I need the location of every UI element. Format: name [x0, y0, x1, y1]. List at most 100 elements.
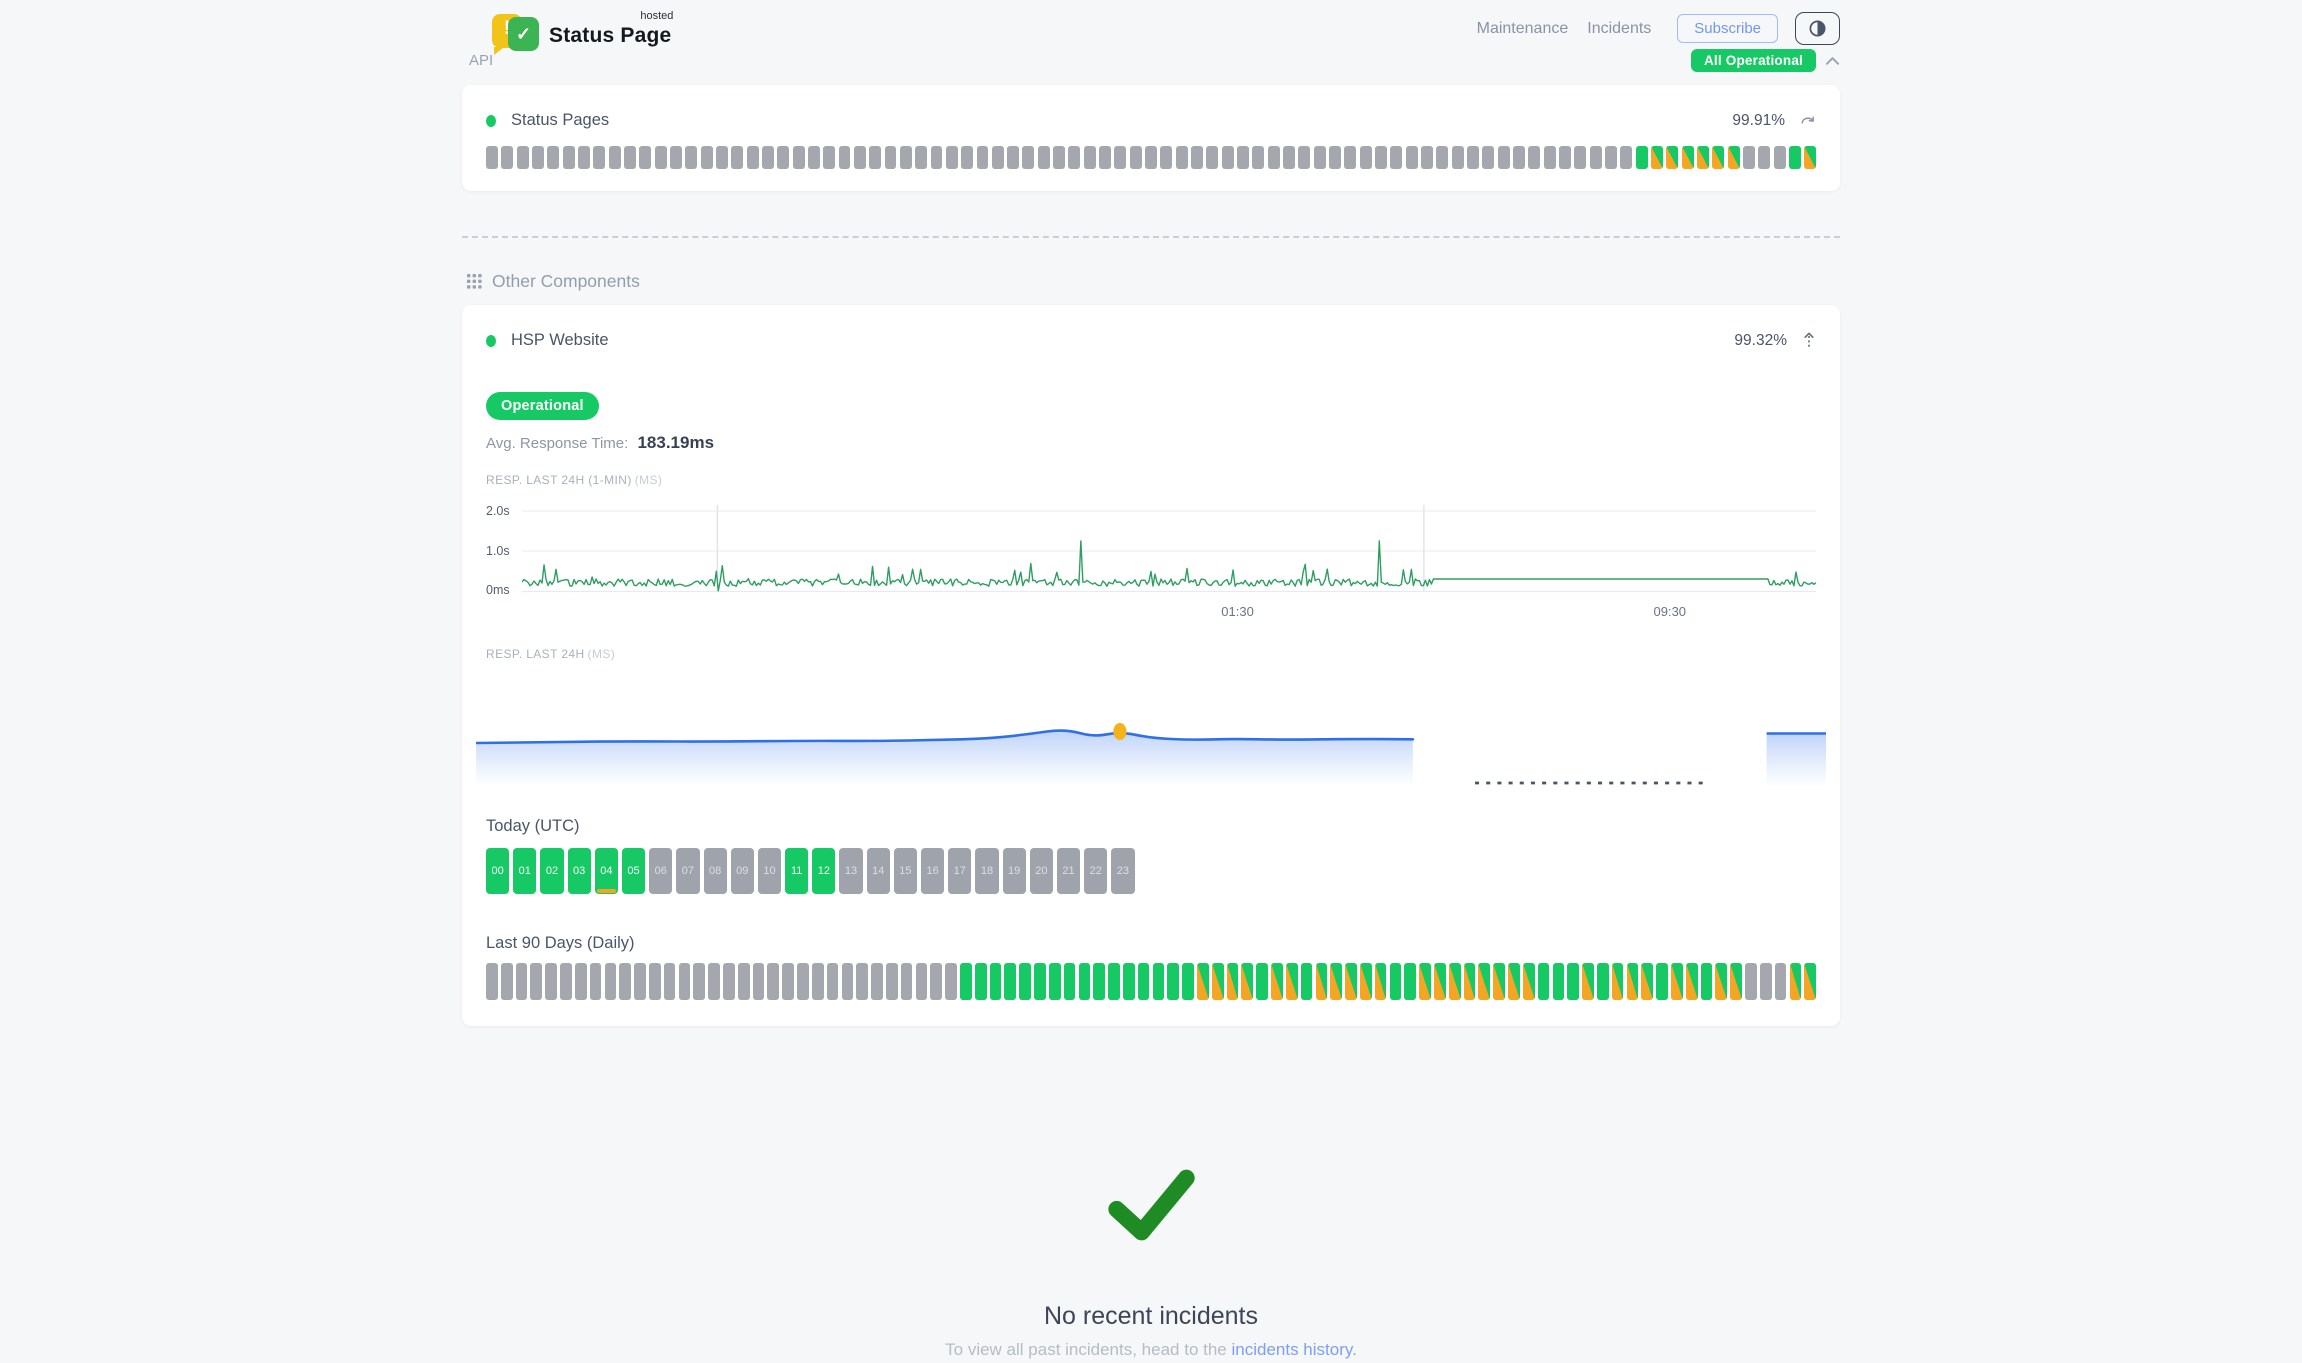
uptime-bar-up[interactable] — [1004, 963, 1016, 1000]
uptime-bar-nodata[interactable] — [869, 146, 881, 169]
hour-block-18[interactable]: 18 — [975, 848, 998, 894]
hour-block-22[interactable]: 22 — [1084, 848, 1107, 894]
uptime-bar-nodata[interactable] — [1145, 146, 1157, 169]
uptime-bar-degraded[interactable] — [1345, 963, 1357, 1000]
uptime-bar-degraded[interactable] — [1286, 963, 1298, 1000]
uptime-bar-degraded[interactable] — [1712, 146, 1724, 169]
uptime-bar-nodata[interactable] — [1053, 146, 1065, 169]
uptime-bar-degraded[interactable] — [1493, 963, 1505, 1000]
uptime-bar-nodata[interactable] — [842, 963, 854, 1000]
uptime-bar-nodata[interactable] — [1268, 146, 1280, 169]
uptime-bar-nodata[interactable] — [685, 146, 697, 169]
uptime-bar-up[interactable] — [1701, 963, 1713, 1000]
uptime-bar-nodata[interactable] — [545, 963, 557, 1000]
uptime-bar-degraded[interactable] — [1330, 963, 1342, 1000]
uptime-bar-nodata[interactable] — [1360, 146, 1372, 169]
hour-block-15[interactable]: 15 — [894, 848, 917, 894]
uptime-bar-nodata[interactable] — [547, 146, 559, 169]
uptime-bar-nodata[interactable] — [1758, 146, 1770, 169]
uptime-bar-nodata[interactable] — [723, 963, 735, 1000]
uptime-bar-nodata[interactable] — [812, 963, 824, 1000]
hour-block-07[interactable]: 07 — [676, 848, 699, 894]
uptime-bar-nodata[interactable] — [664, 963, 676, 1000]
overall-status-badge[interactable]: All Operational — [1691, 49, 1816, 72]
uptime-bar-degraded[interactable] — [1434, 963, 1446, 1000]
uptime-bar-nodata[interactable] — [1222, 146, 1234, 169]
nav-incidents[interactable]: Incidents — [1587, 20, 1651, 38]
uptime-bar-nodata[interactable] — [634, 963, 646, 1000]
uptime-bar-nodata[interactable] — [767, 963, 779, 1000]
uptime-bar-nodata[interactable] — [670, 146, 682, 169]
uptime-bar-degraded[interactable] — [1316, 963, 1328, 1000]
uptime-bar-degraded[interactable] — [1449, 963, 1461, 1000]
uptime-bar-up[interactable] — [1390, 963, 1402, 1000]
uptime-bar-nodata[interactable] — [946, 146, 958, 169]
uptime-bar-up[interactable] — [1597, 963, 1609, 1000]
uptime-bar-nodata[interactable] — [782, 963, 794, 1000]
uptime-bar-nodata[interactable] — [915, 146, 927, 169]
uptime-bar-nodata[interactable] — [1298, 146, 1310, 169]
uptime-bar-up[interactable] — [1553, 963, 1565, 1000]
uptime-bar-nodata[interactable] — [609, 146, 621, 169]
uptime-bar-nodata[interactable] — [885, 146, 897, 169]
uptime-bar-degraded[interactable] — [1508, 963, 1520, 1000]
uptime-bar-nodata[interactable] — [516, 963, 528, 1000]
uptime-bar-nodata[interactable] — [649, 963, 661, 1000]
uptime-bar-nodata[interactable] — [931, 146, 943, 169]
uptime-bar-nodata[interactable] — [762, 146, 774, 169]
uptime-bar-nodata[interactable] — [1191, 146, 1203, 169]
uptime-bar-nodata[interactable] — [1513, 146, 1525, 169]
uptime-bar-nodata[interactable] — [886, 963, 898, 1000]
hour-block-17[interactable]: 17 — [948, 848, 971, 894]
response-time-area-chart[interactable] — [476, 693, 1826, 793]
uptime-bar-up[interactable] — [1789, 146, 1801, 169]
uptime-bar-nodata[interactable] — [605, 963, 617, 1000]
uptime-bar-nodata[interactable] — [532, 146, 544, 169]
uptime-bar-nodata[interactable] — [930, 963, 942, 1000]
uptime-bar-nodata[interactable] — [1605, 146, 1617, 169]
uptime-bar-up[interactable] — [1064, 963, 1076, 1000]
uptime-bar-nodata[interactable] — [1130, 146, 1142, 169]
uptime-bar-nodata[interactable] — [1084, 146, 1096, 169]
component-row-hsp-website[interactable]: HSP Website 99.32% — [486, 331, 1816, 350]
hour-block-06[interactable]: 06 — [649, 848, 672, 894]
uptime-bar-nodata[interactable] — [992, 146, 1004, 169]
uptime-bar-nodata[interactable] — [731, 146, 743, 169]
uptime-bar-nodata[interactable] — [1452, 146, 1464, 169]
uptime-bar-nodata[interactable] — [793, 146, 805, 169]
uptime-bar-degraded[interactable] — [1419, 963, 1431, 1000]
uptime-bar-nodata[interactable] — [961, 146, 973, 169]
uptime-bar-nodata[interactable] — [827, 963, 839, 1000]
uptime-bar-degraded[interactable] — [1478, 963, 1490, 1000]
uptime-bar-nodata[interactable] — [900, 146, 912, 169]
uptime-bar-degraded[interactable] — [1375, 963, 1387, 1000]
uptime-bar-nodata[interactable] — [1421, 146, 1433, 169]
uptime-bar-up[interactable] — [1138, 963, 1150, 1000]
uptime-bar-up[interactable] — [1256, 963, 1268, 1000]
uptime-bar-up[interactable] — [1567, 963, 1579, 1000]
uptime-bar-nodata[interactable] — [901, 963, 913, 1000]
uptime-bar-nodata[interactable] — [1743, 146, 1755, 169]
uptime-bar-nodata[interactable] — [797, 963, 809, 1000]
uptime-bar-nodata[interactable] — [486, 146, 498, 169]
uptime-bar-degraded[interactable] — [1212, 963, 1224, 1000]
uptime-bar-up[interactable] — [1093, 963, 1105, 1000]
uptime-bar-nodata[interactable] — [1007, 146, 1019, 169]
uptime-bar-degraded[interactable] — [1697, 146, 1709, 169]
uptime-bar-nodata[interactable] — [590, 963, 602, 1000]
uptime-bar-nodata[interactable] — [738, 963, 750, 1000]
uptime-bar-degraded[interactable] — [1523, 963, 1535, 1000]
uptime-bar-up[interactable] — [1123, 963, 1135, 1000]
uptime-bar-nodata[interactable] — [916, 963, 928, 1000]
uptime-bar-degraded[interactable] — [1582, 963, 1594, 1000]
refresh-icon[interactable] — [1800, 114, 1816, 128]
hour-block-12[interactable]: 12 — [812, 848, 835, 894]
uptime-bar-nodata[interactable] — [560, 963, 572, 1000]
uptime-bar-nodata[interactable] — [1498, 146, 1510, 169]
hour-block-08[interactable]: 08 — [704, 848, 727, 894]
theme-toggle-button[interactable] — [1795, 12, 1840, 45]
uptime-bar-nodata[interactable] — [563, 146, 575, 169]
uptime-bar-degraded[interactable] — [1671, 963, 1683, 1000]
uptime-bar-nodata[interactable] — [945, 963, 957, 1000]
uptime-bar-up[interactable] — [1108, 963, 1120, 1000]
